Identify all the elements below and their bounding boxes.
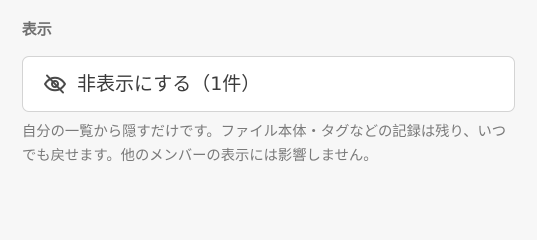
help-text: 自分の一覧から隠すだけです。ファイル本体・タグなどの記録は残り、いつでも戻せます…: [22, 124, 507, 164]
eye-off-icon: [43, 72, 67, 96]
hide-button[interactable]: 非表示にする（1件）: [22, 56, 515, 112]
display-settings-panel: 表示 非表示にする（1件） 自分の一覧から隠すだけです。ファイル本体・タグなどの…: [0, 0, 537, 213]
section-title: 表示: [22, 20, 53, 38]
hide-button-label: 非表示にする（1件）: [77, 73, 261, 95]
